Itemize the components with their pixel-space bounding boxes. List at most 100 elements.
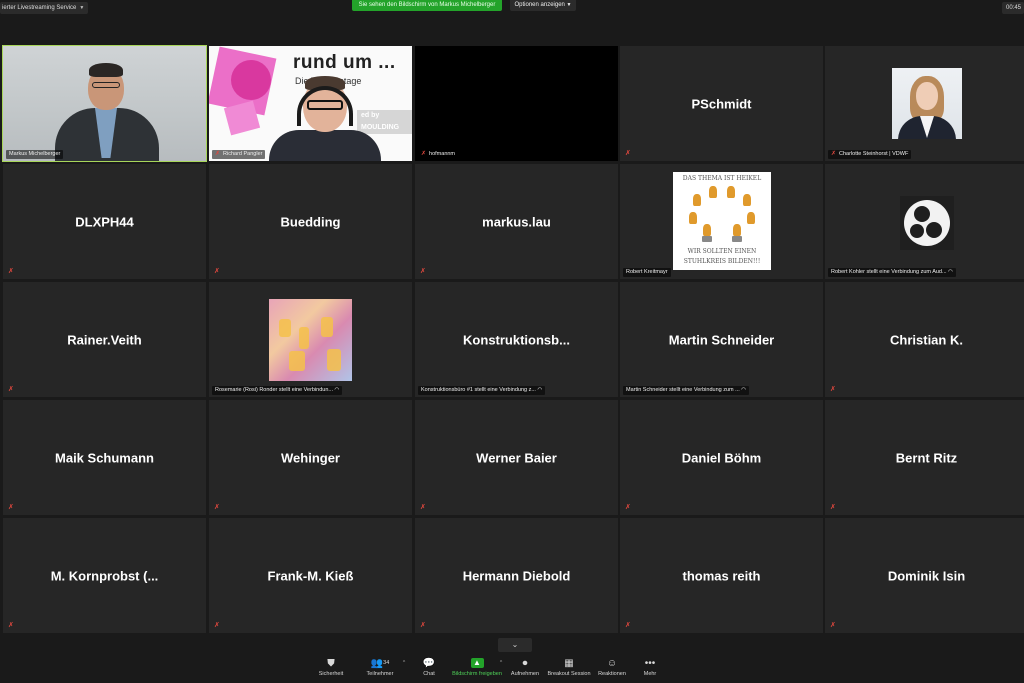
participant-name: DLXPH44 [75,214,134,229]
profile-picture: DAS THEMA IST HEIKEL WIR SOLLTEN EINEN S… [673,172,771,270]
participants-button[interactable]: 👥34 Teilnehmer [362,657,398,679]
participants-icon: 👥 [370,658,384,669]
image-caption-bottom-1: WIR SOLLTEN EINEN [687,248,757,255]
mic-muted-icon: ✗ [831,151,837,157]
participant-tile-hofmannm[interactable]: ✗ hofmannm [415,46,618,161]
participant-name: Werner Baier [476,450,557,465]
security-button[interactable]: ⛊ Sicherheit [314,657,348,679]
participant-tile-robert-kohler[interactable]: Robert Kohler stellt eine Verbindung zum… [825,164,1024,279]
participant-tile-buedding[interactable]: Buedding ✗ [209,164,412,279]
participant-tile-daniel-boehm[interactable]: Daniel Böhm ✗ [620,400,823,515]
record-icon: ⏺ [522,658,528,669]
mic-muted-icon: ✗ [420,504,426,511]
participant-label: Robert Kreitmayr [623,268,671,277]
participant-tile-dominik-isin[interactable]: Dominik Isin ✗ [825,518,1024,633]
participant-tile-kornprobst[interactable]: M. Kornprobst (... ✗ [3,518,206,633]
participant-video [3,46,206,161]
participant-tile-pschmidt[interactable]: PSchmidt ✗ [620,46,823,161]
participant-name: Daniel Böhm [681,450,762,465]
meeting-timer: 00:45 [1001,2,1024,14]
video-brand-text: rund um ... [293,52,396,73]
participant-video: rund um ... Die Thementage ed byMOULDING [209,46,412,161]
participant-tile-richard[interactable]: rund um ... Die Thementage ed byMOULDING… [209,46,412,161]
participant-label: Markus Michelberger [6,150,64,159]
participant-tile-charlotte[interactable]: ✗ Charlotte Steinhorst | VDWF [825,46,1024,161]
mic-muted-icon: ✗ [214,622,220,629]
chevron-down-icon: ▼ [566,2,572,8]
view-options-label: Optionen anzeigen [514,2,565,8]
chevron-up-icon: ^ [402,660,406,666]
security-label: Sicherheit [318,671,344,677]
participant-tile-dlxph44[interactable]: DLXPH44 ✗ [3,164,206,279]
participant-tile-hermann-diebold[interactable]: Hermann Diebold ✗ [415,518,618,633]
more-dots-icon: ••• [644,658,656,669]
participant-name: M. Kornprobst (... [50,568,159,583]
reactions-label: Reaktionen [598,671,626,677]
participants-label: Teilnehmer [366,671,394,677]
more-label: Mehr [643,671,657,677]
mic-muted-icon: ✗ [421,151,427,157]
breakout-session-button[interactable]: ▦ Breakout Session [545,657,593,679]
reactions-button[interactable]: ☺ Reaktionen [596,657,628,679]
participant-tile-martin-schneider[interactable]: Martin Schneider Martin Schneider stellt… [620,282,823,397]
participant-name: Frank-M. Kieß [267,568,354,583]
participant-name: markus.lau [482,214,551,229]
participant-tile-konstruktionsbuero[interactable]: Konstruktionsb... Konstruktionsbüro #1 s… [415,282,618,397]
image-caption-top: DAS THEMA IST HEIKEL [682,175,762,182]
connecting-icon: ◠ [537,387,543,393]
grid-icon: ▦ [564,658,574,669]
chevron-down-icon: ⌄ [511,640,519,649]
participant-label: Konstruktionsbüro #1 stellt eine Verbind… [418,386,546,395]
participant-name: Martin Schneider [668,332,775,347]
livestream-service-menu[interactable]: ierter Livestreaming Service ▼ [0,2,89,14]
mic-muted-icon: ✗ [214,268,220,275]
video-badge: ed by MOULDING [357,110,412,134]
mic-muted-icon: ✗ [830,386,836,393]
participant-label: ✗ Charlotte Steinhorst | VDWF [828,150,912,159]
record-button[interactable]: ⏺ Aufnehmen [508,657,542,679]
breakout-session-label: Breakout Session [547,671,591,677]
connecting-icon: ◠ [948,269,953,275]
mic-muted-icon: ✗ [625,150,631,157]
participant-tile-werner-baier[interactable]: Werner Baier ✗ [415,400,618,515]
gallery-grid: Markus Michelberger rund um ... Die Them… [0,45,1024,636]
participant-tile-rosemarie[interactable]: Rosemarie (Rosi) Ronder stellt eine Verb… [209,282,412,397]
mic-muted-icon: ✗ [830,504,836,511]
participant-tile-maik-schumann[interactable]: Maik Schumann ✗ [3,400,206,515]
share-screen-label: Bildschirm freigeben [452,671,502,677]
participant-tile-thomas-reith[interactable]: thomas reith ✗ [620,518,823,633]
mic-muted-icon: ✗ [215,151,221,157]
participant-tile-markus-lau[interactable]: markus.lau ✗ [415,164,618,279]
screen-share-banner: Sie sehen den Bildschirm von Markus Mich… [352,0,502,11]
participant-tile-wehinger[interactable]: Wehinger ✗ [209,400,412,515]
participant-name: Bernt Ritz [895,450,958,465]
view-options-button[interactable]: Optionen anzeigen ▼ [510,0,576,11]
mic-muted-icon: ✗ [420,268,426,275]
record-label: Aufnehmen [510,671,540,677]
share-options-caret[interactable]: ^ [496,657,506,670]
share-screen-icon: ▲ [470,658,484,669]
participant-tile-rainer-veith[interactable]: Rainer.Veith ✗ [3,282,206,397]
chat-button[interactable]: 💬 Chat [418,657,440,679]
participant-tile-markus[interactable]: Markus Michelberger [2,45,207,162]
participant-label: ✗ hofmannm [418,150,459,159]
participant-video [415,46,618,161]
participant-name: PSchmidt [691,96,752,111]
collapse-toolbar-button[interactable]: ⌄ [498,638,532,652]
meeting-toolbar: ⛊ Sicherheit 👥34 Teilnehmer ^ 💬 Chat ▲ B… [0,655,1024,683]
participant-name: Dominik Isin [887,568,966,583]
participant-name: Hermann Diebold [462,568,571,583]
obs-logo-icon [900,196,954,250]
chevron-up-icon: ^ [499,660,503,666]
participant-tile-bernt-ritz[interactable]: Bernt Ritz ✗ [825,400,1024,515]
more-button[interactable]: ••• Mehr [638,657,662,679]
mic-muted-icon: ✗ [625,622,631,629]
emoji-icon: ☺ [606,658,618,669]
participant-name: thomas reith [682,568,761,583]
participant-label: Rosemarie (Rosi) Ronder stellt eine Verb… [212,386,343,395]
participant-tile-robert-kreitmayr[interactable]: DAS THEMA IST HEIKEL WIR SOLLTEN EINEN S… [620,164,823,279]
participants-options-caret[interactable]: ^ [399,657,409,670]
livestream-service-label: ierter Livestreaming Service [2,5,77,11]
participant-tile-frank-kiess[interactable]: Frank-M. Kieß ✗ [209,518,412,633]
participant-tile-christian-k[interactable]: Christian K. ✗ [825,282,1024,397]
